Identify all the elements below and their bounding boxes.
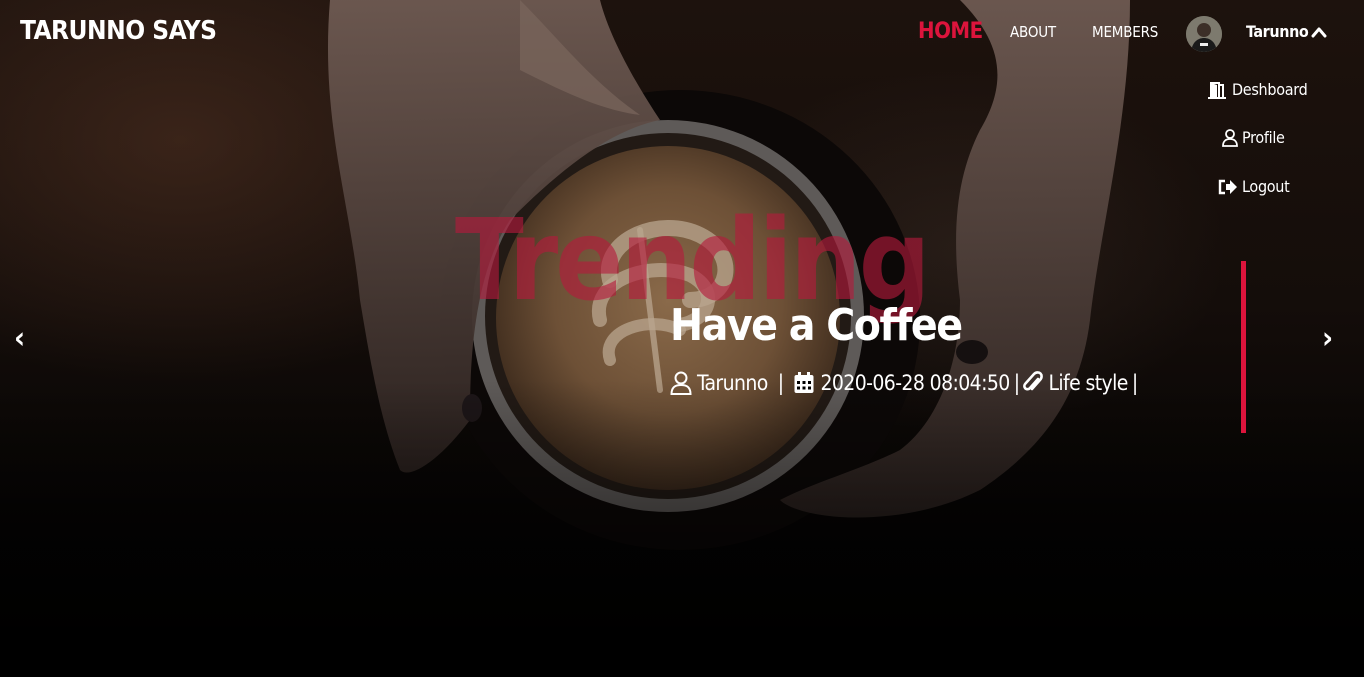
user-avatar[interactable] <box>1186 16 1222 52</box>
nav-members[interactable]: MEMBERS <box>1092 23 1158 41</box>
carousel-prev-button[interactable]: ‹ <box>14 324 25 354</box>
user-menu-toggle[interactable]: Tarunno <box>1246 22 1327 41</box>
brand-logo[interactable]: TARUNNO SAYS <box>20 16 217 46</box>
meta-separator: | <box>1131 371 1138 395</box>
sign-out-icon <box>1218 179 1237 194</box>
post-author[interactable]: Tarunno <box>697 371 768 395</box>
post-category[interactable]: Life style <box>1048 371 1128 395</box>
chevron-up-icon <box>1311 27 1327 37</box>
carousel-next-button[interactable]: › <box>1322 324 1333 354</box>
meta-separator: | <box>777 371 784 395</box>
post-date: 2020-06-28 08:04:50 <box>820 371 1010 395</box>
dropdown-profile[interactable]: Profile <box>1222 128 1285 147</box>
user-name: Tarunno <box>1246 22 1309 41</box>
hero-banner: TARUNNO SAYS HOME ABOUT MEMBERS Tarunno … <box>0 0 1364 677</box>
meta-separator: | <box>1013 371 1020 395</box>
dropdown-dashboard[interactable]: Deshboard <box>1206 80 1308 99</box>
dropdown-logout[interactable]: Logout <box>1218 177 1290 196</box>
nav-home[interactable]: HOME <box>918 19 983 44</box>
calendar-icon <box>794 372 814 393</box>
door-open-icon <box>1208 81 1226 99</box>
post-meta: Tarunno | 2020-06-28 08:04:50 | Life sty… <box>670 371 1142 395</box>
post-title[interactable]: Have a Coffee <box>670 304 963 348</box>
nav-about[interactable]: ABOUT <box>1010 23 1056 41</box>
paperclip-icon <box>1023 371 1044 391</box>
accent-divider <box>1241 261 1246 433</box>
user-icon <box>1222 128 1238 147</box>
user-icon <box>670 371 692 395</box>
